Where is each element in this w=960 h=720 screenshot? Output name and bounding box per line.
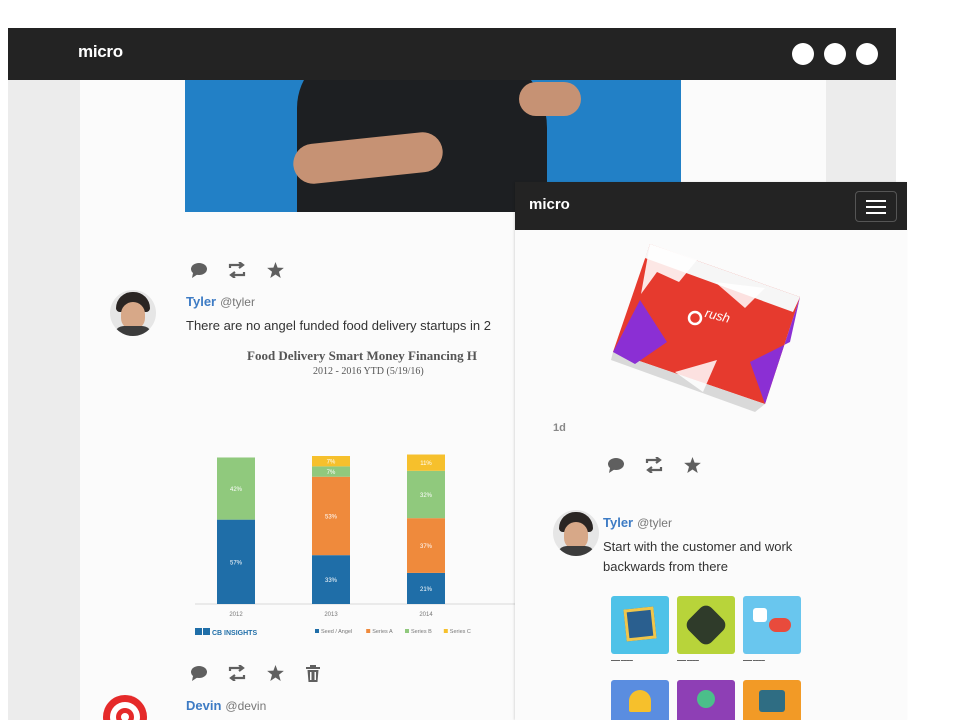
app-graphic [753,608,767,622]
reply-icon[interactable] [188,261,210,279]
avatar-body [114,326,152,336]
username-link[interactable]: Devin [186,698,221,713]
menu-line [866,212,886,214]
post-author: Tyler @tyler [603,514,672,532]
bar-value-label: 42% [230,487,243,493]
menu-dot-icon[interactable] [792,43,814,65]
cbinsights-logo: CB INSIGHTS [195,628,257,637]
financing-chart[interactable]: Food Delivery Smart Money Financing H 20… [185,342,525,638]
legend-swatch [366,629,371,633]
bar-value-label: 21% [420,587,433,593]
chart-legend: Seed / Angel Series A Series B Series C [315,629,471,635]
menu-line [866,200,886,202]
chart-bars: 57% 42% 33% 53% 7% 7% 21% 37% 32% 11% [217,454,445,604]
bar-value-label: 37% [420,544,433,550]
rush-box-image[interactable] [605,242,805,412]
x-tick-label: 2012 [229,612,243,618]
app-tile[interactable] [677,680,735,720]
post-text: There are no angel funded food delivery … [186,318,491,333]
post-actions [188,664,340,682]
user-handle[interactable]: @devin [225,699,266,713]
bar-value-label: 53% [325,514,338,520]
x-tick-labels: 2012 2013 2014 [229,612,433,618]
legend-swatch [405,629,409,633]
reply-icon[interactable] [188,664,210,682]
legend-label: Series A [372,629,393,635]
bar-value-label: 33% [325,578,338,584]
user-handle[interactable]: @tyler [220,295,255,309]
menu-dot-icon[interactable] [824,43,846,65]
reply-icon[interactable] [605,456,627,474]
chart-subtitle: 2012 - 2016 YTD (5/19/16) [313,366,424,377]
bar-value-label: 32% [420,493,433,499]
avatar[interactable] [553,510,599,556]
screenshot: micro Tyler @tyler There are no angel fu… [0,0,960,720]
post-actions [188,261,302,279]
mobile-window: micro rush 1d Tyler @tyler Start with th… [515,182,907,720]
chart-title: Food Delivery Smart Money Financing H [247,348,477,363]
desktop-logo[interactable]: micro [78,42,123,62]
app-graphic [769,618,791,632]
repost-icon[interactable] [226,261,248,279]
legend-swatch [315,629,319,633]
x-tick-label: 2013 [324,612,338,618]
timestamp[interactable]: 1d [553,422,566,434]
username-link[interactable]: Tyler [186,294,216,309]
mobile-logo[interactable]: micro [529,196,570,213]
post-author: Tyler @tyler [186,293,255,311]
avatar[interactable] [110,290,156,336]
legend-swatch [443,629,448,633]
app-tile[interactable] [611,680,669,720]
app-graphic [683,602,729,648]
legend-label: Series B [411,629,432,635]
post-text-line: Start with the customer and work [603,539,793,554]
app-graphic [697,690,715,708]
repost-icon[interactable] [643,456,665,474]
legend-label: Series C [450,629,471,635]
menu-line [866,206,886,208]
bar-value-label: 11% [420,461,432,467]
bar-value-label: 57% [230,560,243,566]
star-icon[interactable] [264,261,286,279]
post-author: Devin @devin [186,697,266,715]
app-tile[interactable] [743,596,801,654]
legend-label: Seed / Angel [321,629,352,635]
user-handle[interactable]: @tyler [637,516,672,530]
bar-value-label: 7% [327,470,336,476]
app-caption: ▬▬▬ ▬▬▬▬ [611,658,633,662]
app-caption: ▬▬▬ ▬▬▬▬ [677,658,699,662]
person-hand [519,82,581,116]
post-text-line: backwards from there [603,559,728,574]
target-avatar-icon[interactable] [102,694,148,720]
mobile-navbar: micro [515,182,907,230]
app-graphic [629,690,651,712]
x-tick-label: 2014 [419,612,433,618]
app-graphic [623,606,657,642]
bar-value-label: 7% [327,460,336,466]
star-icon[interactable] [264,664,286,682]
source-label: CB INSIGHTS [212,630,257,637]
repost-icon[interactable] [226,664,248,682]
app-tile[interactable] [677,596,735,654]
menu-dot-icon[interactable] [856,43,878,65]
star-icon[interactable] [681,456,703,474]
app-graphic [759,690,785,712]
trash-icon[interactable] [302,664,324,682]
desktop-navbar: micro [8,28,896,80]
post-actions [605,456,719,474]
app-caption: ▬▬▬ ▬▬▬▬ [743,658,765,662]
app-tile[interactable] [743,680,801,720]
avatar-body [557,546,595,556]
username-link[interactable]: Tyler [603,515,633,530]
app-tile[interactable] [611,596,669,654]
hamburger-menu-button[interactable] [855,191,897,222]
